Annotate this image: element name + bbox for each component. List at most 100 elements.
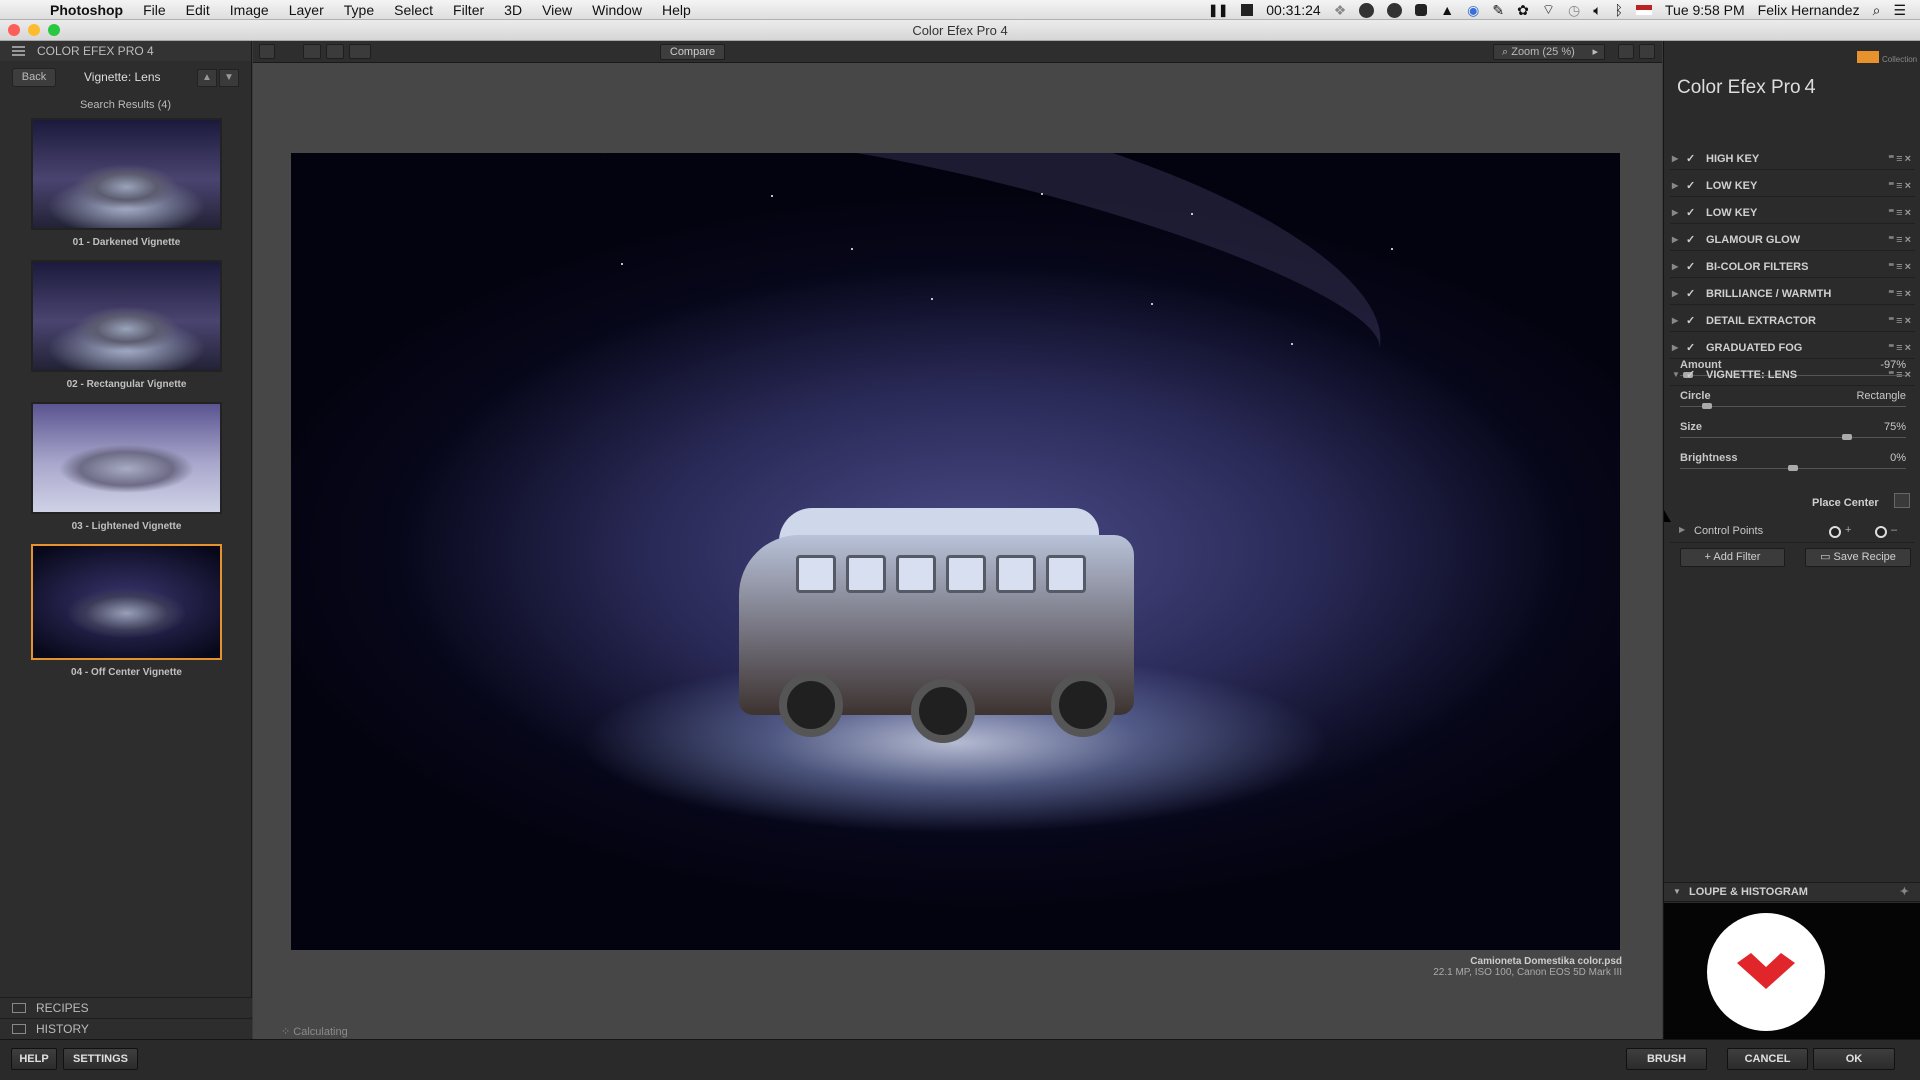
- filter-menu-icon[interactable]: ⁼≡: [1888, 261, 1904, 273]
- expand-arrow-icon[interactable]: ▶: [1672, 316, 1682, 325]
- menu-app-name[interactable]: Photoshop: [50, 2, 123, 18]
- enable-check-icon[interactable]: ✓: [1686, 314, 1698, 327]
- remove-filter-icon[interactable]: ×: [1905, 369, 1913, 381]
- remove-filter-icon[interactable]: ×: [1905, 288, 1913, 300]
- filter-menu-icon[interactable]: ⁼≡: [1888, 288, 1904, 300]
- enable-check-icon[interactable]: ✓: [1686, 233, 1698, 246]
- menu-view[interactable]: View: [542, 2, 572, 18]
- enable-check-icon[interactable]: ✓: [1686, 287, 1698, 300]
- remove-control-point-icon[interactable]: [1875, 526, 1887, 538]
- menu-window[interactable]: Window: [592, 2, 642, 18]
- preset-image[interactable]: [31, 118, 222, 230]
- menu-type[interactable]: Type: [344, 2, 374, 18]
- preset-image[interactable]: [31, 260, 222, 372]
- toggle-panel-icon[interactable]: [259, 44, 275, 59]
- slider-track[interactable]: [1680, 406, 1906, 407]
- close-window-icon[interactable]: [8, 24, 20, 36]
- enable-check-icon[interactable]: ✓: [1686, 260, 1698, 273]
- enable-check-icon[interactable]: ✓: [1686, 368, 1698, 381]
- enable-check-icon[interactable]: ✓: [1686, 341, 1698, 354]
- compare-button[interactable]: Compare: [660, 44, 725, 60]
- remove-filter-icon[interactable]: ×: [1905, 342, 1913, 354]
- side-by-side-icon[interactable]: [349, 44, 371, 59]
- volume-icon[interactable]: 🔈︎: [1593, 2, 1601, 19]
- preset-thumbnail-selected[interactable]: 04 - Off Center Vignette: [31, 544, 222, 678]
- filter-row[interactable]: ▶ ✓ DETAIL EXTRACTOR ⁼≡×: [1670, 310, 1915, 332]
- dropbox-icon[interactable]: ❖: [1334, 2, 1347, 19]
- preset-image[interactable]: [31, 544, 222, 660]
- settings-button[interactable]: SETTINGS: [63, 1048, 138, 1070]
- user-name[interactable]: Felix Hernandez: [1758, 2, 1860, 18]
- filter-menu-icon[interactable]: ⁼≡: [1888, 315, 1904, 327]
- previous-filter-button[interactable]: ▲: [197, 69, 217, 87]
- menu-icon[interactable]: [12, 46, 25, 56]
- help-button[interactable]: HELP: [11, 1048, 57, 1070]
- expand-arrow-icon[interactable]: ▶: [1672, 154, 1682, 163]
- minimize-window-icon[interactable]: [28, 24, 40, 36]
- menu-file[interactable]: File: [143, 2, 166, 18]
- remove-filter-icon[interactable]: ×: [1905, 153, 1913, 165]
- filter-row[interactable]: ▶ ✓ GRADUATED FOG ⁼≡×: [1670, 337, 1915, 359]
- preset-thumbnail[interactable]: 03 - Lightened Vignette: [31, 402, 222, 532]
- add-filter-button[interactable]: + Add Filter: [1680, 548, 1785, 567]
- preset-thumbnail[interactable]: 02 - Rectangular Vignette: [31, 260, 222, 390]
- filter-row[interactable]: ▶ ✓ BI-COLOR FILTERS ⁼≡×: [1670, 256, 1915, 278]
- time-machine-icon[interactable]: ◷: [1568, 2, 1580, 19]
- status-icon[interactable]: [1415, 4, 1428, 16]
- stop-icon[interactable]: [1241, 4, 1254, 16]
- filter-row[interactable]: ▶ ✓ BRILLIANCE / WARMTH ⁼≡×: [1670, 283, 1915, 305]
- menu-filter[interactable]: Filter: [453, 2, 484, 18]
- background-icon[interactable]: [1639, 44, 1655, 59]
- ok-button[interactable]: OK: [1813, 1048, 1895, 1070]
- enable-check-icon[interactable]: ✓: [1686, 179, 1698, 192]
- remove-filter-icon[interactable]: ×: [1905, 234, 1913, 246]
- cancel-button[interactable]: CANCEL: [1727, 1048, 1808, 1070]
- brush-button[interactable]: BRUSH: [1626, 1048, 1707, 1070]
- menu-image[interactable]: Image: [230, 2, 269, 18]
- zoom-dropdown[interactable]: ⌕ Zoom (25 %) ▸: [1493, 44, 1605, 60]
- slider-track[interactable]: [1680, 437, 1906, 438]
- preset-image[interactable]: [31, 402, 222, 514]
- wifi-icon[interactable]: ⌔: [1542, 1, 1555, 19]
- filter-menu-icon[interactable]: ⁼≡: [1888, 234, 1904, 246]
- place-center-button[interactable]: [1894, 493, 1910, 508]
- zoom-window-icon[interactable]: [48, 24, 60, 36]
- recipes-section[interactable]: RECIPES: [0, 997, 252, 1017]
- menu-help[interactable]: Help: [662, 2, 691, 18]
- preview-canvas[interactable]: Camioneta Domestika color.psd 22.1 MP, I…: [253, 63, 1662, 1039]
- notification-center-icon[interactable]: ☰: [1893, 2, 1906, 19]
- filter-menu-icon[interactable]: ⁼≡: [1888, 207, 1904, 219]
- menu-select[interactable]: Select: [394, 2, 433, 18]
- minus-icon[interactable]: –: [1891, 524, 1897, 536]
- flag-icon[interactable]: [1636, 5, 1653, 15]
- remove-filter-icon[interactable]: ×: [1905, 207, 1913, 219]
- expand-arrow-icon[interactable]: ▶: [1672, 235, 1682, 244]
- filter-menu-icon[interactable]: ⁼≡: [1888, 369, 1904, 381]
- pin-icon[interactable]: ✦: [1900, 883, 1909, 901]
- menu-edit[interactable]: Edit: [186, 2, 210, 18]
- sync-icon[interactable]: ◉: [1467, 2, 1479, 19]
- filter-menu-icon[interactable]: ⁼≡: [1888, 342, 1904, 354]
- menu-layer[interactable]: Layer: [289, 2, 324, 18]
- enable-check-icon[interactable]: ✓: [1686, 206, 1698, 219]
- filter-row[interactable]: ▼ ✓ VIGNETTE: LENS ⁼≡×: [1670, 364, 1915, 386]
- remove-filter-icon[interactable]: ×: [1905, 315, 1913, 327]
- save-recipe-button[interactable]: ▭ Save Recipe: [1805, 548, 1911, 567]
- next-filter-button[interactable]: ▼: [219, 69, 239, 87]
- back-button[interactable]: Back: [12, 67, 56, 87]
- slider-knob[interactable]: [1701, 403, 1712, 409]
- search-icon[interactable]: ⌕: [1873, 2, 1881, 19]
- filter-menu-icon[interactable]: ⁼≡: [1888, 180, 1904, 192]
- app-icon[interactable]: ✿: [1517, 2, 1529, 19]
- clock[interactable]: Tue 9:58 PM: [1665, 2, 1745, 18]
- pen-icon[interactable]: ✎: [1492, 2, 1504, 19]
- filter-row[interactable]: ▶ ✓ LOW KEY ⁼≡×: [1670, 202, 1915, 224]
- menu-3d[interactable]: 3D: [504, 2, 522, 18]
- preset-thumbnail[interactable]: 01 - Darkened Vignette: [31, 118, 222, 248]
- preview-image[interactable]: [291, 153, 1620, 950]
- expand-arrow-icon[interactable]: ▶: [1672, 289, 1682, 298]
- loupe-icon[interactable]: [1618, 44, 1634, 59]
- slider-knob[interactable]: [1842, 434, 1852, 440]
- enable-check-icon[interactable]: ✓: [1686, 152, 1698, 165]
- status-icon[interactable]: [1359, 2, 1375, 18]
